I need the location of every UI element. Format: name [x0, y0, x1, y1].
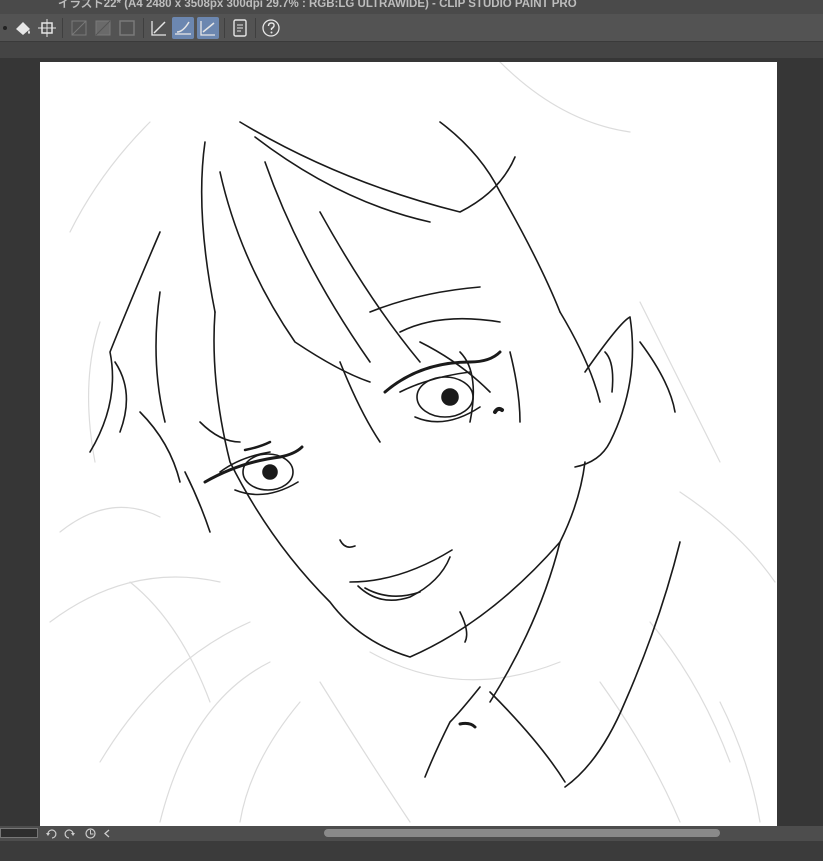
rotate-right-icon[interactable]	[63, 827, 76, 840]
lower-panel-area	[0, 841, 823, 861]
zoom-field[interactable]	[0, 828, 38, 838]
selection-icon-2[interactable]	[92, 17, 114, 39]
selection-icon-1[interactable]	[68, 17, 90, 39]
reset-rotation-icon[interactable]	[84, 827, 97, 840]
status-bar	[0, 826, 823, 841]
drawing-canvas[interactable]	[40, 62, 777, 826]
fill-tool-icon[interactable]	[12, 17, 34, 39]
canvas-tab-area	[0, 42, 823, 58]
sketch-illustration	[49, 62, 776, 823]
correct-line-icon[interactable]	[148, 17, 170, 39]
tablet-icon[interactable]	[229, 17, 251, 39]
transform-icon[interactable]	[36, 17, 58, 39]
pen-pressure-icon[interactable]	[197, 17, 219, 39]
flip-icon[interactable]	[101, 827, 114, 840]
selection-icon-3[interactable]	[116, 17, 138, 39]
title-bar: イラスト22* (A4 2480 x 3508px 300dpi 29.7% :…	[0, 0, 823, 14]
stabilizer-icon[interactable]	[172, 17, 194, 39]
window-title: イラスト22* (A4 2480 x 3508px 300dpi 29.7% :…	[58, 0, 577, 10]
help-icon[interactable]	[260, 17, 282, 39]
horizontal-scrollbar[interactable]	[324, 829, 720, 837]
rotate-left-icon[interactable]	[45, 827, 58, 840]
toolbar-handle-icon[interactable]	[0, 17, 7, 39]
command-bar	[0, 14, 823, 42]
